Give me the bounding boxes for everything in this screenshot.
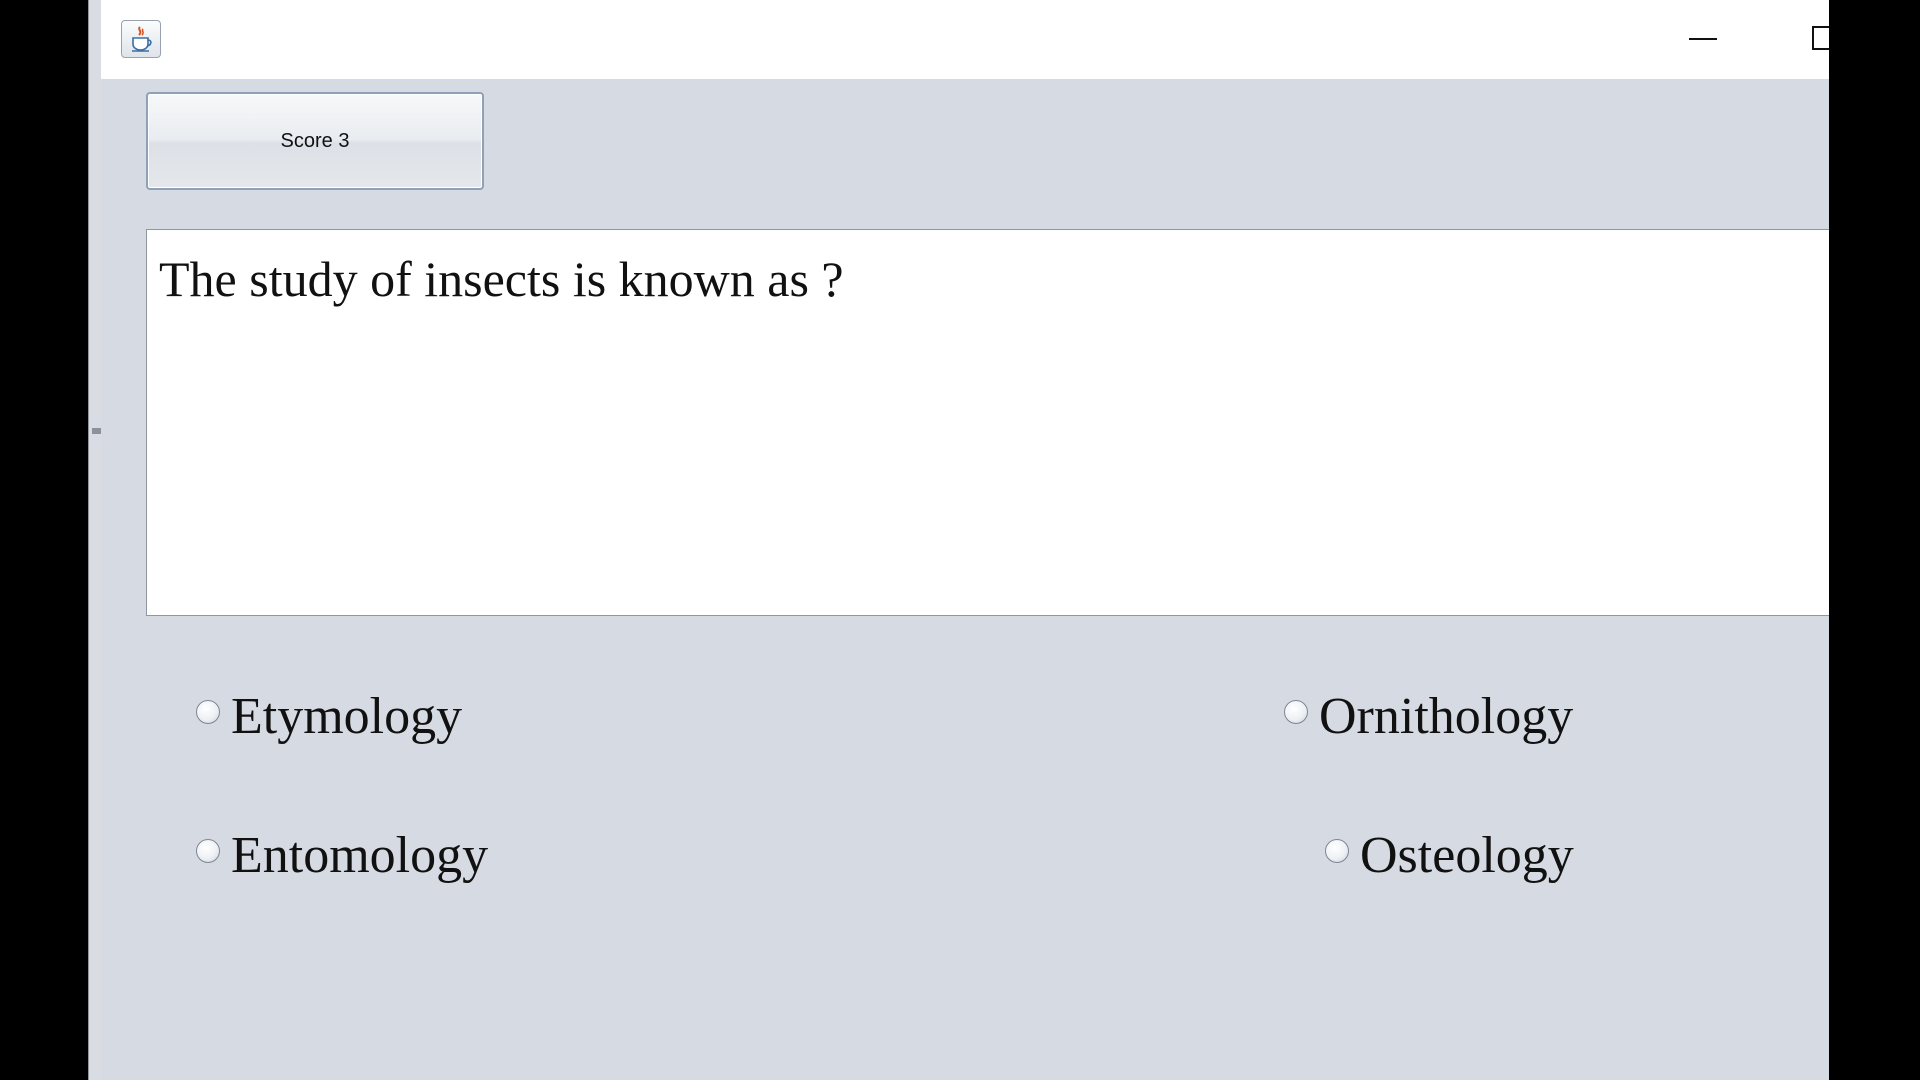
option-label: Entomology — [231, 826, 489, 884]
radio-button[interactable] — [196, 700, 220, 724]
option-label: Etymology — [231, 687, 463, 745]
desktop-background: Score 3 The study of insects is known as… — [0, 0, 1920, 1080]
score-button[interactable]: Score 3 — [146, 92, 484, 190]
option-ornithology[interactable]: Ornithology — [1284, 681, 1573, 751]
radio-button[interactable] — [196, 839, 220, 863]
option-etymology[interactable]: Etymology — [196, 681, 462, 751]
option-entomology[interactable]: Entomology — [196, 820, 488, 890]
minimize-icon[interactable] — [1681, 22, 1725, 56]
radio-button[interactable] — [1284, 700, 1308, 724]
title-bar — [101, 0, 1829, 79]
option-label: Osteology — [1360, 826, 1574, 884]
background-window-mark — [92, 428, 101, 434]
quiz-window: Score 3 The study of insects is known as… — [101, 0, 1829, 1080]
java-cup-icon[interactable] — [121, 20, 161, 58]
maximize-icon[interactable] — [1801, 22, 1829, 56]
option-label: Ornithology — [1319, 687, 1574, 745]
background-window-edge — [88, 0, 102, 1080]
option-osteology[interactable]: Osteology — [1325, 820, 1574, 890]
radio-button[interactable] — [1325, 839, 1349, 863]
question-text: The study of insects is known as ? — [146, 229, 1829, 616]
